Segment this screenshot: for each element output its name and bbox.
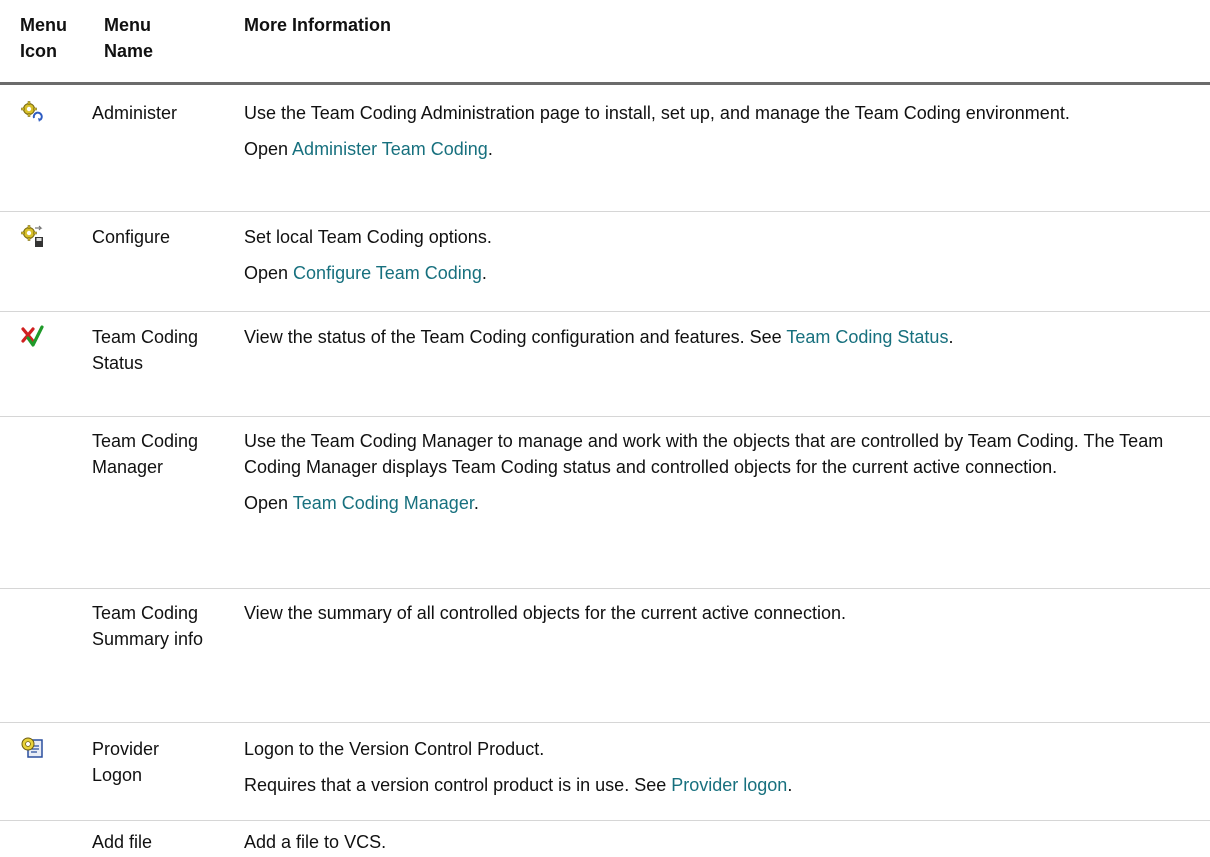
info-text: Logon to the Version Control Product. xyxy=(244,739,545,759)
header-menu-name-line2: Name xyxy=(104,41,154,61)
header-menu-icon-line2: Icon xyxy=(20,41,58,61)
info-text: Use the Team Coding Administration page … xyxy=(244,103,1070,123)
gear-disk-icon xyxy=(20,224,44,248)
info-text: Use the Team Coding Manager to manage an… xyxy=(244,431,1164,477)
info-suffix: . xyxy=(487,139,493,159)
info-open-line: Open Team Coding Manager. xyxy=(244,490,1194,516)
info-add-file: Add a file to VCS. xyxy=(244,829,1194,855)
link-provider-logon[interactable]: Provider logon xyxy=(671,775,787,795)
header-menu-icon-line1: Menu xyxy=(20,15,67,35)
row-divider xyxy=(0,722,1210,723)
info-configure: Set local Team Coding options. Open Conf… xyxy=(244,224,1194,286)
info-text: View the status of the Team Coding confi… xyxy=(244,324,1194,350)
menu-name-team-coding-summary-info: Team Coding Summary info xyxy=(92,603,204,649)
header-menu-name-line1: Menu xyxy=(104,15,151,35)
info-prefix: View the status of the Team Coding confi… xyxy=(244,327,787,347)
info-prefix: Requires that a version control product … xyxy=(244,775,672,795)
menu-name-configure: Configure xyxy=(92,227,171,247)
info-prefix: Open xyxy=(244,493,293,513)
header-more-information: More Information xyxy=(244,15,391,35)
info-administer: Use the Team Coding Administration page … xyxy=(244,100,1194,162)
header-divider xyxy=(0,82,1210,85)
info-text: View the summary of all controlled objec… xyxy=(244,603,846,623)
menu-name-administer: Administer xyxy=(92,103,178,123)
info-suffix: . xyxy=(481,263,487,283)
info-text: Set local Team Coding options. xyxy=(244,227,492,247)
info-prefix: Open xyxy=(244,263,294,283)
provider-logon-icon xyxy=(20,736,44,760)
link-team-coding-manager[interactable]: Team Coding Manager xyxy=(293,493,474,513)
row-divider xyxy=(0,820,1210,821)
menu-name-team-coding-manager: Team Coding Manager xyxy=(92,431,199,477)
info-team-coding-status: View the status of the Team Coding confi… xyxy=(244,324,1194,350)
info-suffix: . xyxy=(948,327,954,347)
x-check-icon xyxy=(20,324,44,348)
link-configure-team-coding[interactable]: Configure Team Coding xyxy=(293,263,482,283)
info-text: Add a file to VCS. xyxy=(244,832,387,852)
row-divider xyxy=(0,588,1210,589)
menu-table: Menu Icon Menu Name More Information Adm… xyxy=(0,0,1210,857)
info-suffix: . xyxy=(787,775,793,795)
info-open-line: Open Configure Team Coding. xyxy=(244,260,1194,286)
link-team-coding-status[interactable]: Team Coding Status xyxy=(786,327,948,347)
info-suffix: . xyxy=(473,493,479,513)
row-divider xyxy=(0,311,1210,312)
header-menu-name: Menu Name xyxy=(104,12,153,64)
row-divider xyxy=(0,416,1210,417)
info-provider-logon: Logon to the Version Control Product. Re… xyxy=(244,736,1194,798)
menu-name-add-file: Add file xyxy=(92,832,153,852)
info-open-line: Open Administer Team Coding. xyxy=(244,136,1194,162)
info-team-coding-manager: Use the Team Coding Manager to manage an… xyxy=(244,428,1194,516)
link-administer-team-coding[interactable]: Administer Team Coding xyxy=(292,139,488,159)
gear-refresh-icon xyxy=(20,100,44,124)
menu-name-provider-logon: Provider Logon xyxy=(92,739,160,785)
header-menu-icon: Menu Icon xyxy=(20,12,67,64)
info-requires-line: Requires that a version control product … xyxy=(244,772,1194,798)
info-team-coding-summary-info: View the summary of all controlled objec… xyxy=(244,600,1194,626)
info-prefix: Open xyxy=(244,139,293,159)
row-divider xyxy=(0,211,1210,212)
menu-name-team-coding-status: Team Coding Status xyxy=(92,327,199,373)
